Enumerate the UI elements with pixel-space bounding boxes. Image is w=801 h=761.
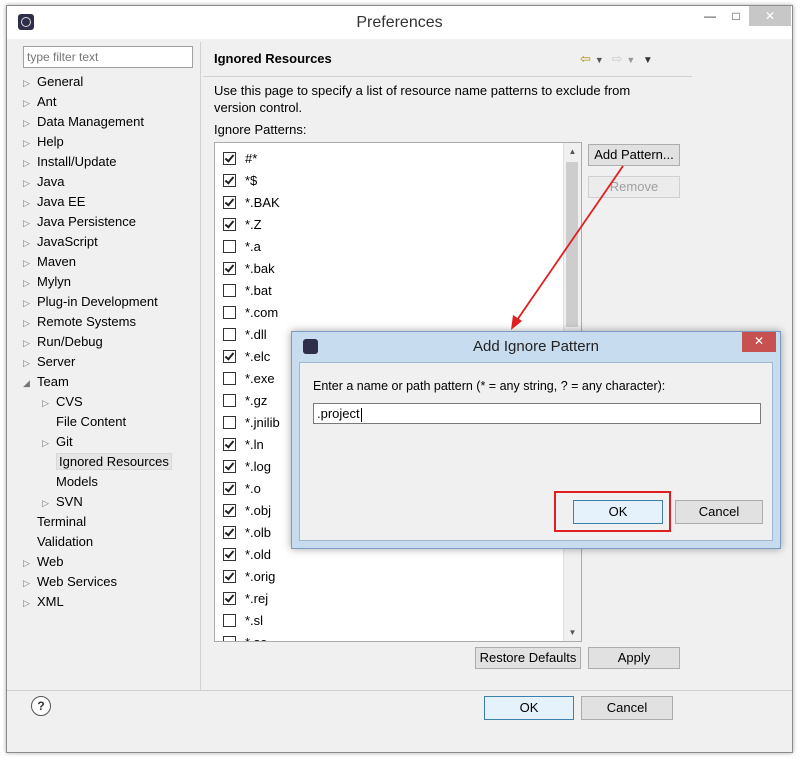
annotation-arrow (511, 165, 624, 330)
